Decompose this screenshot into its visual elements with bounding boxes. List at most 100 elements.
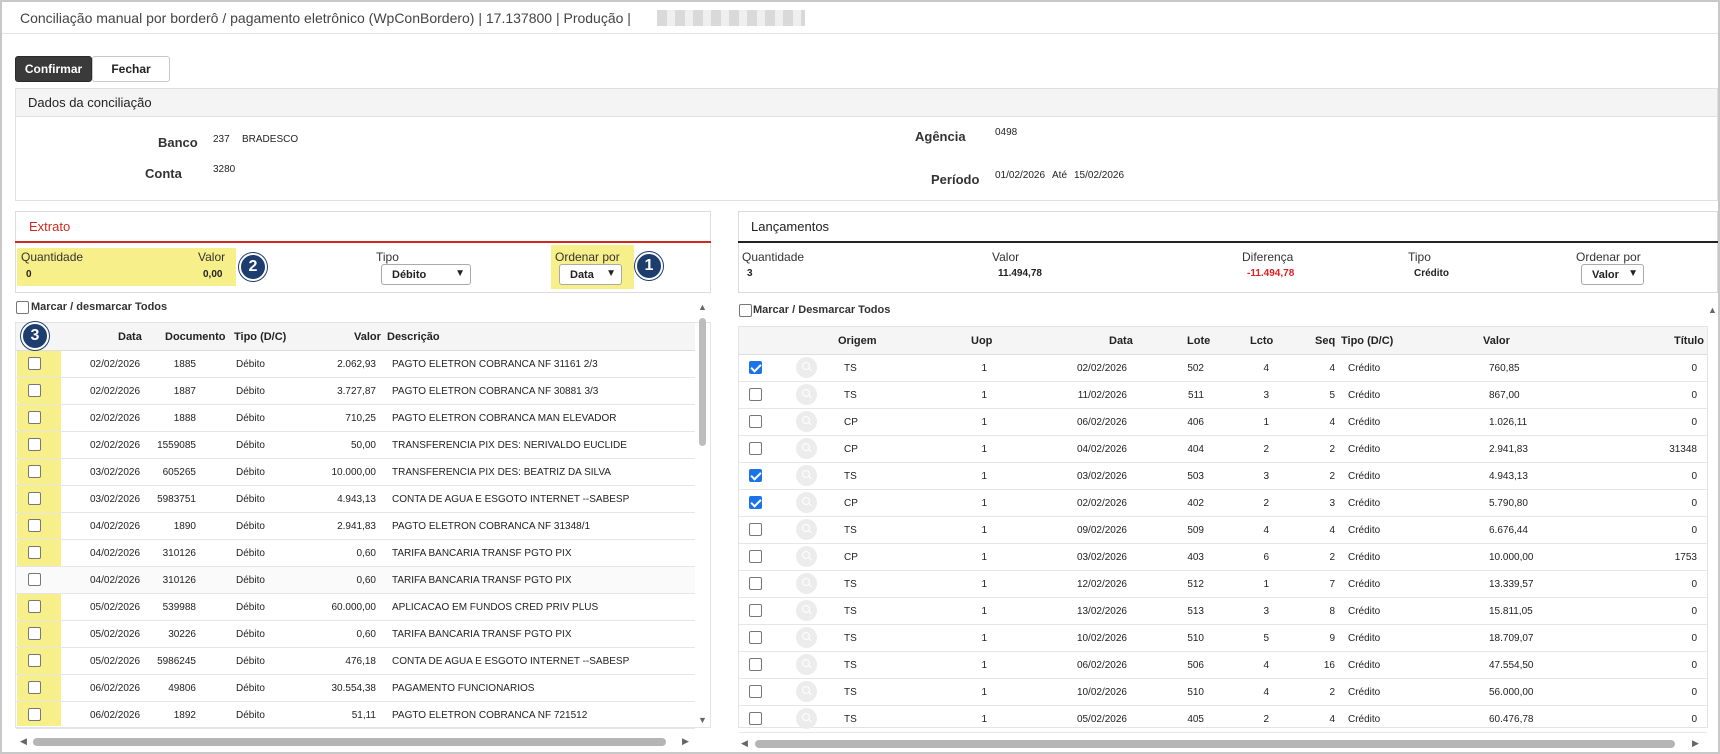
row-checkbox[interactable] xyxy=(28,519,41,532)
lanc-vertical-scrollbar[interactable]: ▲ xyxy=(1707,305,1717,725)
row-checkbox[interactable] xyxy=(28,411,41,424)
col-documento[interactable]: Documento xyxy=(165,331,226,343)
table-row[interactable]: 03/02/2026 605265 Débito 10.000,00 TRANSFERE… xyxy=(16,459,695,486)
row-checkbox[interactable] xyxy=(28,546,41,559)
table-row[interactable]: TS 1 03/02/2026 503 3 2 Crédito 4.943,13 0 xyxy=(739,463,1707,490)
table-row[interactable]: 04/02/2026 310126 Débito 0,60 TARIFA BANCARI… xyxy=(16,567,695,594)
close-button[interactable]: Fechar xyxy=(92,56,170,82)
search-icon[interactable] xyxy=(796,465,817,486)
scroll-thumb[interactable] xyxy=(699,318,706,446)
row-checkbox[interactable] xyxy=(28,627,41,640)
row-checkbox[interactable] xyxy=(28,384,41,397)
table-row[interactable]: 05/02/2026 30226 Débito 0,60 TARIFA BANCARIA… xyxy=(16,621,695,648)
row-checkbox[interactable] xyxy=(749,604,762,617)
search-icon[interactable] xyxy=(796,573,817,594)
extrato-vertical-scrollbar[interactable]: ▲ ▼ xyxy=(698,302,708,727)
search-icon[interactable] xyxy=(796,357,817,378)
row-checkbox[interactable] xyxy=(28,492,41,505)
table-row[interactable]: 04/02/2026 1890 Débito 2.941,83 PAGTO ELETRO… xyxy=(16,513,695,540)
row-checkbox[interactable] xyxy=(749,658,762,671)
row-checkbox[interactable] xyxy=(749,577,762,590)
table-row[interactable]: CP 1 03/02/2026 403 6 2 Crédito 10.000,00 1753 xyxy=(739,544,1707,571)
col-lote[interactable]: Lote xyxy=(1187,335,1210,347)
scroll-up-icon[interactable]: ▲ xyxy=(1708,305,1717,315)
row-checkbox[interactable] xyxy=(749,550,762,563)
col-tipo[interactable]: Tipo (D/C) xyxy=(1341,335,1393,347)
scroll-left-icon[interactable]: ◀ xyxy=(20,736,27,747)
table-row[interactable]: CP 1 02/02/2026 402 2 3 Crédito 5.790,80 0 xyxy=(739,490,1707,517)
row-checkbox[interactable] xyxy=(28,438,41,451)
confirm-button[interactable]: Confirmar xyxy=(15,56,92,82)
table-row[interactable]: TS 1 12/02/2026 512 1 7 Crédito 13.339,57 0 xyxy=(739,571,1707,598)
scroll-thumb[interactable] xyxy=(755,740,1675,748)
scroll-up-icon[interactable]: ▲ xyxy=(698,302,707,312)
table-row[interactable]: 02/02/2026 1887 Débito 3.727,87 PAGTO ELETRO… xyxy=(16,378,695,405)
row-checkbox[interactable] xyxy=(749,523,762,536)
extrato-ordenar-select[interactable]: Data ▼ xyxy=(559,264,622,285)
scroll-thumb[interactable] xyxy=(33,738,666,746)
row-checkbox[interactable] xyxy=(28,573,41,586)
search-icon[interactable] xyxy=(796,627,817,648)
row-checkbox[interactable] xyxy=(749,712,762,725)
search-icon[interactable] xyxy=(796,708,817,729)
table-row[interactable]: 02/02/2026 1888 Débito 710,25 PAGTO ELETRON … xyxy=(16,405,695,432)
col-valor[interactable]: Valor xyxy=(354,331,381,343)
row-checkbox[interactable] xyxy=(28,681,41,694)
scroll-right-icon[interactable]: ▶ xyxy=(1692,738,1699,749)
table-row[interactable]: TS 1 06/02/2026 506 4 16 Crédito 47.554,50 0 xyxy=(739,652,1707,679)
scroll-right-icon[interactable]: ▶ xyxy=(682,736,689,747)
row-checkbox[interactable] xyxy=(28,357,41,370)
table-row[interactable]: TS 1 09/02/2026 509 4 4 Crédito 6.676,44 0 xyxy=(739,517,1707,544)
row-checkbox[interactable] xyxy=(749,685,762,698)
col-valor[interactable]: Valor xyxy=(1483,335,1510,347)
col-uop[interactable]: Uop xyxy=(971,335,992,347)
row-checkbox[interactable] xyxy=(28,708,41,721)
search-icon[interactable] xyxy=(796,492,817,513)
search-icon[interactable] xyxy=(796,600,817,621)
row-checkbox[interactable] xyxy=(28,600,41,613)
table-row[interactable]: TS 1 02/02/2026 502 4 4 Crédito 760,85 0 xyxy=(739,355,1707,382)
row-checkbox[interactable] xyxy=(749,442,762,455)
table-row[interactable]: CP 1 06/02/2026 406 1 4 Crédito 1.026,11 0 xyxy=(739,409,1707,436)
scroll-down-icon[interactable]: ▼ xyxy=(698,715,707,725)
search-icon[interactable] xyxy=(796,546,817,567)
col-seq[interactable]: Seq xyxy=(1315,335,1335,347)
row-checkbox[interactable] xyxy=(28,654,41,667)
table-row[interactable]: TS 1 13/02/2026 513 3 8 Crédito 15.811,05 0 xyxy=(739,598,1707,625)
table-row[interactable]: TS 1 11/02/2026 511 3 5 Crédito 867,00 0 xyxy=(739,382,1707,409)
col-tipo[interactable]: Tipo (D/C) xyxy=(234,331,286,343)
col-descricao[interactable]: Descrição xyxy=(387,331,440,343)
row-checkbox[interactable] xyxy=(28,465,41,478)
col-data[interactable]: Data xyxy=(118,331,142,343)
col-data[interactable]: Data xyxy=(1109,335,1133,347)
table-row[interactable]: 02/02/2026 1559085 Débito 50,00 TRANSFERENCI… xyxy=(16,432,695,459)
col-origem[interactable]: Origem xyxy=(838,335,877,347)
table-row[interactable]: TS 1 10/02/2026 510 5 9 Crédito 18.709,07 0 xyxy=(739,625,1707,652)
col-lcto[interactable]: Lcto xyxy=(1250,335,1273,347)
row-checkbox[interactable] xyxy=(749,415,762,428)
table-row[interactable]: 06/02/2026 1892 Débito 51,11 PAGTO ELETRON C… xyxy=(16,702,695,729)
row-checkbox[interactable] xyxy=(749,388,762,401)
table-row[interactable]: TS 1 05/02/2026 405 2 4 Crédito 60.476,78 0 xyxy=(739,706,1707,733)
col-titulo[interactable]: Título xyxy=(1674,335,1704,347)
extrato-tipo-select[interactable]: Débito ▼ xyxy=(381,264,471,285)
table-row[interactable]: 03/02/2026 5983751 Débito 4.943,13 CONTA DE … xyxy=(16,486,695,513)
row-checkbox[interactable] xyxy=(749,496,762,509)
search-icon[interactable] xyxy=(796,411,817,432)
table-row[interactable]: CP 1 04/02/2026 404 2 2 Crédito 2.941,83 31348 xyxy=(739,436,1707,463)
search-icon[interactable] xyxy=(796,681,817,702)
row-checkbox[interactable] xyxy=(749,631,762,644)
search-icon[interactable] xyxy=(796,519,817,540)
table-row[interactable]: 04/02/2026 310126 Débito 0,60 TARIFA BANCARI… xyxy=(16,540,695,567)
extrato-mark-all-checkbox[interactable] xyxy=(16,301,29,314)
search-icon[interactable] xyxy=(796,654,817,675)
row-checkbox[interactable] xyxy=(749,469,762,482)
scroll-left-icon[interactable]: ◀ xyxy=(741,738,748,749)
table-row[interactable]: 02/02/2026 1885 Débito 2.062,93 PAGTO ELETRO… xyxy=(16,351,695,378)
table-row[interactable]: 05/02/2026 539988 Débito 60.000,00 APLICACAO… xyxy=(16,594,695,621)
lanc-ordenar-select[interactable]: Valor ▼ xyxy=(1581,264,1644,285)
row-checkbox[interactable] xyxy=(749,361,762,374)
table-row[interactable]: 06/02/2026 49806 Débito 30.554,38 PAGAMENTO … xyxy=(16,675,695,702)
table-row[interactable]: TS 1 10/02/2026 510 4 2 Crédito 56.000,00 0 xyxy=(739,679,1707,706)
search-icon[interactable] xyxy=(796,438,817,459)
